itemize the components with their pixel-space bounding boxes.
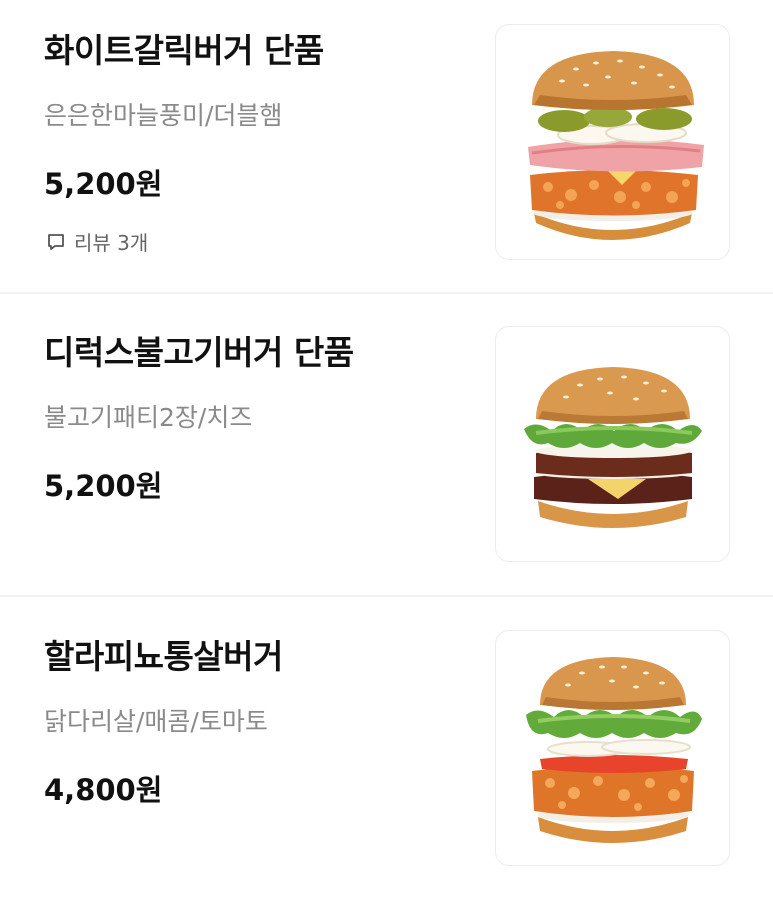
item-description: 불고기패티2장/치즈 xyxy=(44,403,253,432)
menu-item-deluxe-bulgogi-burger[interactable]: 디럭스불고기버거 단품 불고기패티2장/치즈 5,200원 xyxy=(0,302,773,594)
speech-bubble-icon xyxy=(46,232,66,252)
review-link[interactable]: 리뷰 3개 xyxy=(46,227,148,256)
deluxe-bulgogi-burger-image xyxy=(495,326,730,562)
item-price: 4,800원 xyxy=(44,773,163,807)
divider xyxy=(0,595,773,597)
jalapeno-chicken-burger-image xyxy=(495,630,730,866)
review-count: 리뷰 3개 xyxy=(74,231,149,255)
menu-item-jalapeno-chicken-burger[interactable]: 할라피뇨통살버거 닭다리살/매콤/토마토 4,800원 xyxy=(0,606,773,898)
white-garlic-burger-image xyxy=(495,24,730,260)
item-description: 은은한마늘풍미/더블햄 xyxy=(44,101,283,130)
item-price: 5,200원 xyxy=(44,167,163,201)
item-name: 디럭스불고기버거 단품 xyxy=(44,333,354,372)
item-description: 닭다리살/매콤/토마토 xyxy=(44,707,268,736)
menu-list: 화이트갈릭버거 단품 은은한마늘풍미/더블햄 5,200원 리뷰 3개 디럭스불… xyxy=(0,0,773,891)
item-name: 화이트갈릭버거 단품 xyxy=(44,31,324,70)
item-price: 5,200원 xyxy=(44,469,163,503)
divider xyxy=(0,292,773,294)
item-name: 할라피뇨통살버거 xyxy=(44,637,283,676)
menu-item-white-garlic-burger[interactable]: 화이트갈릭버거 단품 은은한마늘풍미/더블햄 5,200원 리뷰 3개 xyxy=(0,0,773,292)
